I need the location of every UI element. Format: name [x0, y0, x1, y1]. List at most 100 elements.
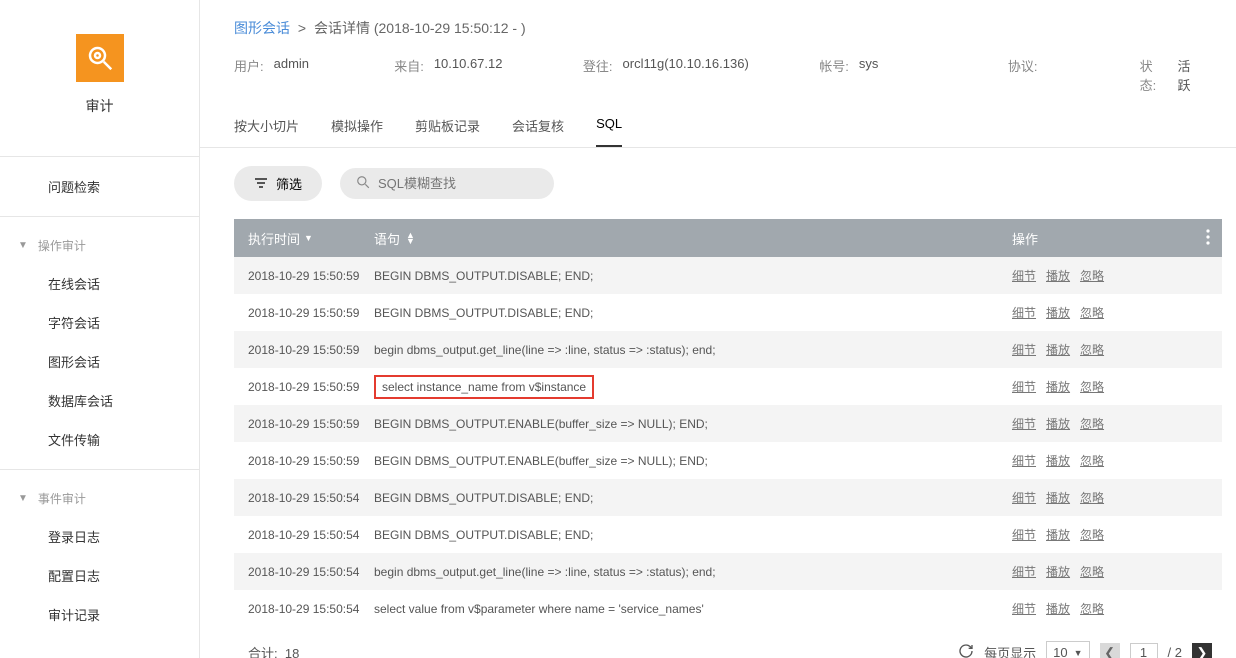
action-ignore-link[interactable]: 忽略: [1080, 415, 1104, 432]
action-ignore-link[interactable]: 忽略: [1080, 341, 1104, 358]
sort-desc-icon: ▼: [304, 233, 313, 243]
cell-actions: 细节播放忽略: [1012, 489, 1222, 506]
nav-group-header[interactable]: ▼操作审计: [0, 227, 199, 264]
action-play-link[interactable]: 播放: [1046, 341, 1070, 358]
tab[interactable]: SQL: [596, 116, 622, 147]
cell-statement: BEGIN DBMS_OUTPUT.ENABLE(buffer_size => …: [374, 417, 1012, 431]
pager: 每页显示 10 ▼ ❮ 1 / 2 ❯: [958, 641, 1212, 658]
action-play-link[interactable]: 播放: [1046, 415, 1070, 432]
per-page-label: 每页显示: [984, 643, 1036, 658]
action-detail-link[interactable]: 细节: [1012, 267, 1036, 284]
refresh-icon[interactable]: [958, 643, 974, 658]
table-row: 2018-10-29 15:50:59BEGIN DBMS_OUTPUT.ENA…: [234, 442, 1222, 479]
action-detail-link[interactable]: 细节: [1012, 452, 1036, 469]
action-ignore-link[interactable]: 忽略: [1080, 378, 1104, 395]
nav-subitem[interactable]: 字符会话: [0, 303, 199, 342]
cell-statement: BEGIN DBMS_OUTPUT.ENABLE(buffer_size => …: [374, 454, 1012, 468]
prev-page-button[interactable]: ❮: [1100, 643, 1120, 658]
sql-table: 执行时间 ▼ 语句 ▲▼ 操作 2018-10-29 15:50:59BEGIN…: [200, 219, 1236, 627]
action-ignore-link[interactable]: 忽略: [1080, 526, 1104, 543]
current-page-input[interactable]: 1: [1130, 643, 1158, 658]
action-play-link[interactable]: 播放: [1046, 378, 1070, 395]
info-user-value: admin: [274, 56, 309, 94]
breadcrumb-root-link[interactable]: 图形会话: [234, 20, 290, 36]
breadcrumb-sep: >: [298, 20, 306, 36]
tab[interactable]: 模拟操作: [331, 116, 383, 147]
action-play-link[interactable]: 播放: [1046, 304, 1070, 321]
cell-time: 2018-10-29 15:50:59: [234, 269, 374, 283]
tab[interactable]: 按大小切片: [234, 116, 299, 147]
cell-time: 2018-10-29 15:50:59: [234, 306, 374, 320]
action-detail-link[interactable]: 细节: [1012, 526, 1036, 543]
action-play-link[interactable]: 播放: [1046, 526, 1070, 543]
highlighted-statement: select instance_name from v$instance: [374, 375, 594, 399]
action-ignore-link[interactable]: 忽略: [1080, 304, 1104, 321]
cell-time: 2018-10-29 15:50:54: [234, 491, 374, 505]
nav-subitem[interactable]: 登录日志: [0, 517, 199, 556]
cell-time: 2018-10-29 15:50:59: [234, 417, 374, 431]
nav-subitem[interactable]: 文件传输: [0, 420, 199, 459]
action-detail-link[interactable]: 细节: [1012, 304, 1036, 321]
toolbar: 筛选: [200, 148, 1236, 219]
action-detail-link[interactable]: 细节: [1012, 378, 1036, 395]
total-pages-label: / 2: [1168, 645, 1182, 658]
table-row: 2018-10-29 15:50:59begin dbms_output.get…: [234, 331, 1222, 368]
nav-subitem[interactable]: 配置日志: [0, 556, 199, 595]
action-play-link[interactable]: 播放: [1046, 600, 1070, 617]
nav-subitem[interactable]: 审计记录: [0, 595, 199, 634]
cell-actions: 细节播放忽略: [1012, 452, 1222, 469]
action-ignore-link[interactable]: 忽略: [1080, 452, 1104, 469]
nav-subitem[interactable]: 图形会话: [0, 342, 199, 381]
action-play-link[interactable]: 播放: [1046, 563, 1070, 580]
action-detail-link[interactable]: 细节: [1012, 341, 1036, 358]
info-source-label: 来自:: [394, 56, 424, 94]
action-detail-link[interactable]: 细节: [1012, 563, 1036, 580]
action-detail-link[interactable]: 细节: [1012, 415, 1036, 432]
action-play-link[interactable]: 播放: [1046, 452, 1070, 469]
action-ignore-link[interactable]: 忽略: [1080, 600, 1104, 617]
filter-label: 筛选: [276, 174, 302, 193]
action-detail-link[interactable]: 细节: [1012, 489, 1036, 506]
cell-actions: 细节播放忽略: [1012, 526, 1222, 543]
cell-time: 2018-10-29 15:50:54: [234, 565, 374, 579]
info-state-value: 活跃: [1177, 56, 1202, 94]
table-menu-icon[interactable]: [1206, 229, 1210, 248]
page-size-select[interactable]: 10 ▼: [1046, 641, 1089, 658]
sort-icon: ▲▼: [406, 232, 415, 244]
next-page-button[interactable]: ❯: [1192, 643, 1212, 658]
logo-block: 审计: [0, 0, 199, 128]
main-content: 图形会话 > 会话详情 (2018-10-29 15:50:12 - ) 用户:…: [200, 0, 1236, 658]
nav-subitem[interactable]: 数据库会话: [0, 381, 199, 420]
col-op-header: 操作: [1012, 229, 1222, 248]
table-footer: 合计: 18 每页显示 10 ▼ ❮ 1 / 2 ❯: [200, 627, 1236, 658]
action-play-link[interactable]: 播放: [1046, 267, 1070, 284]
nav-subitem[interactable]: 在线会话: [0, 264, 199, 303]
action-ignore-link[interactable]: 忽略: [1080, 267, 1104, 284]
col-time-header[interactable]: 执行时间 ▼: [234, 229, 374, 248]
info-source-value: 10.10.67.12: [434, 56, 503, 94]
action-ignore-link[interactable]: 忽略: [1080, 563, 1104, 580]
info-protocol-label: 协议:: [1008, 56, 1038, 94]
tab[interactable]: 会话复核: [512, 116, 564, 147]
table-row: 2018-10-29 15:50:54BEGIN DBMS_OUTPUT.DIS…: [234, 516, 1222, 553]
action-play-link[interactable]: 播放: [1046, 489, 1070, 506]
nav-item-search[interactable]: 问题检索: [0, 167, 199, 206]
action-detail-link[interactable]: 细节: [1012, 600, 1036, 617]
breadcrumb: 图形会话 > 会话详情 (2018-10-29 15:50:12 - ): [200, 0, 1236, 42]
filter-button[interactable]: 筛选: [234, 166, 322, 201]
info-login-value: orcl11g(10.10.16.136): [623, 56, 749, 94]
col-stmt-header[interactable]: 语句 ▲▼: [374, 229, 1012, 248]
cell-statement: begin dbms_output.get_line(line => :line…: [374, 343, 1012, 357]
session-info-row: 用户:admin 来自:10.10.67.12 登往:orcl11g(10.10…: [200, 42, 1236, 94]
cell-actions: 细节播放忽略: [1012, 304, 1222, 321]
cell-actions: 细节播放忽略: [1012, 378, 1222, 395]
search-input[interactable]: [378, 176, 538, 191]
filter-icon: [254, 176, 268, 191]
info-user-label: 用户:: [234, 56, 264, 94]
tab[interactable]: 剪贴板记录: [415, 116, 480, 147]
tabs: 按大小切片 模拟操作 剪贴板记录 会话复核 SQL: [200, 94, 1236, 148]
nav-group-header[interactable]: ▼事件审计: [0, 480, 199, 517]
action-ignore-link[interactable]: 忽略: [1080, 489, 1104, 506]
app-logo-icon: [76, 34, 124, 82]
cell-time: 2018-10-29 15:50:59: [234, 454, 374, 468]
